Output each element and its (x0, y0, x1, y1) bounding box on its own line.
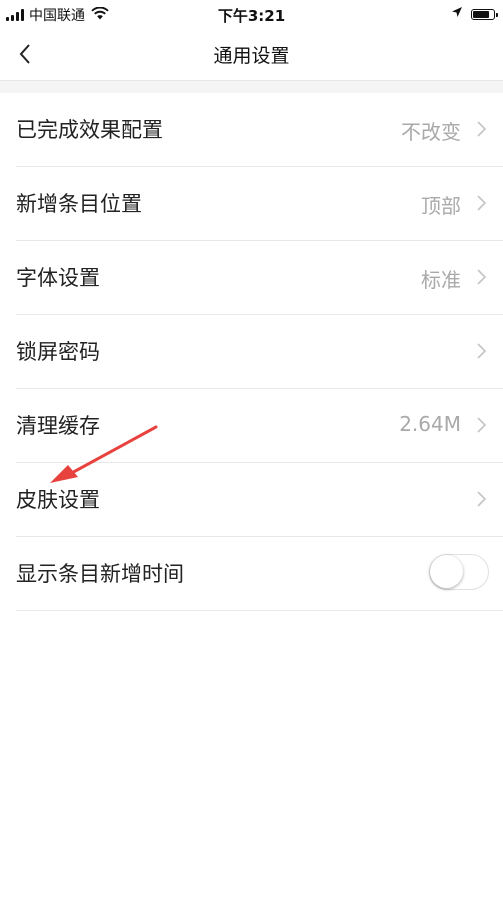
setting-value: 顶部 (421, 194, 461, 218)
chevron-right-icon (477, 269, 487, 285)
navigation-bar: 通用设置 (0, 28, 503, 81)
setting-row-show-item-time: 显示条目新增时间 (16, 537, 503, 611)
status-right (451, 6, 498, 22)
status-time: 下午3:21 (217, 7, 286, 25)
setting-value: 标准 (421, 268, 461, 292)
battery-icon (471, 8, 498, 20)
settings-list: 已完成效果配置 不改变 新增条目位置 顶部 字体设置 标准 锁屏密码 清理缓存 … (0, 93, 503, 611)
page-title: 通用设置 (213, 45, 290, 67)
chevron-right-icon (477, 195, 487, 211)
setting-row-lock-password[interactable]: 锁屏密码 (16, 315, 503, 389)
location-arrow-icon (451, 6, 463, 22)
setting-row-font[interactable]: 字体设置 标准 (16, 241, 503, 315)
setting-label: 字体设置 (16, 266, 100, 290)
setting-value: 2.64M (399, 412, 461, 436)
setting-value: 不改变 (401, 120, 461, 144)
chevron-right-icon (477, 121, 487, 137)
toggle-knob (430, 555, 463, 588)
setting-row-new-item-position[interactable]: 新增条目位置 顶部 (16, 167, 503, 241)
setting-label: 皮肤设置 (16, 488, 100, 512)
setting-label: 清理缓存 (16, 414, 100, 438)
setting-row-skin[interactable]: 皮肤设置 (16, 463, 503, 537)
chevron-right-icon (477, 417, 487, 433)
setting-row-completed-effect[interactable]: 已完成效果配置 不改变 (16, 93, 503, 167)
status-bar: 中国联通 下午3:21 (0, 0, 503, 28)
setting-label: 锁屏密码 (16, 340, 100, 364)
setting-label: 显示条目新增时间 (16, 562, 184, 586)
chevron-right-icon (477, 491, 487, 507)
show-time-toggle[interactable] (429, 554, 489, 590)
setting-row-clear-cache[interactable]: 清理缓存 2.64M (16, 389, 503, 463)
chevron-right-icon (477, 343, 487, 359)
setting-label: 新增条目位置 (16, 192, 142, 216)
section-gap (0, 81, 503, 93)
setting-label: 已完成效果配置 (16, 118, 163, 142)
